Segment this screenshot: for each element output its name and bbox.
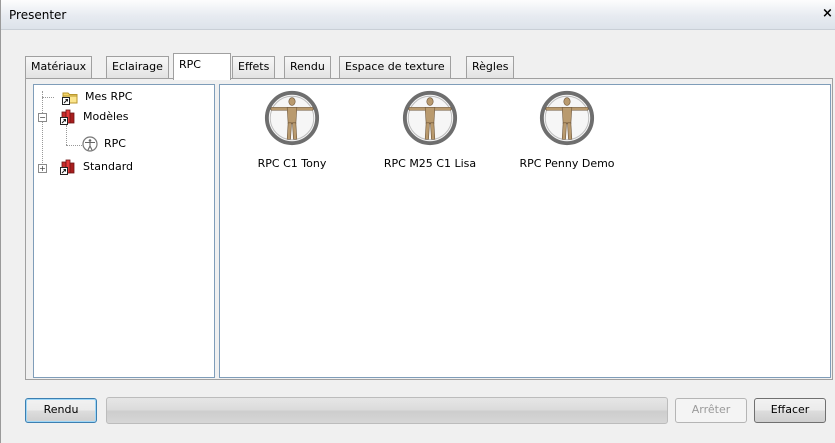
tab-label: Matériaux [31,60,87,73]
vitruvian-man-icon [263,89,321,147]
vitruvian-man-icon [538,89,596,147]
tree-connector [66,145,82,146]
tree-item-label: Mes RPC [85,90,133,103]
shortcut-overlay-icon [60,167,68,175]
collapse-expander[interactable]: − [38,113,47,122]
rpc-tree[interactable]: Mes RPC − Modèles RPC + Standard [33,84,215,378]
tab-espace-de-texture[interactable]: Espace de texture [339,56,451,78]
rpc-item-label: RPC Penny Demo [519,157,615,170]
rpc-content-list[interactable]: RPC C1 Tony RPC M25 C1 Lisa RPC Penny De… [219,84,831,378]
tab-rpc[interactable]: RPC [173,53,231,80]
vitruvian-man-icon [401,89,459,147]
rpc-item-tony[interactable]: RPC C1 Tony [258,87,326,175]
expand-expander[interactable]: + [38,164,47,173]
tab-label: Eclairage [112,60,163,73]
person-icon [82,136,98,152]
tab-regles[interactable]: Règles [466,56,515,78]
close-icon[interactable]: × [822,6,833,21]
render-progress-bar [106,397,668,424]
rpc-item-penny[interactable]: RPC Penny Demo [519,87,615,175]
rpc-item-label: RPC C1 Tony [257,157,327,170]
tree-item-label: RPC [104,137,126,150]
tab-materiaux[interactable]: Matériaux [25,56,93,78]
tab-label: Effets [238,60,270,73]
tab-effets[interactable]: Effets [232,56,276,78]
shortcut-overlay-icon [60,117,68,125]
tree-item-label: Modèles [83,110,129,123]
rpc-item-lisa[interactable]: RPC M25 C1 Lisa [384,87,476,175]
stop-button[interactable]: Arrêter [675,398,747,423]
tab-label: Rendu [290,60,325,73]
tab-eclairage[interactable]: Eclairage [106,56,169,78]
tab-label: Espace de texture [345,60,445,73]
tree-item-label: Standard [83,160,134,173]
presenter-window: Presenter × Matériaux Eclairage RPC Effe… [0,0,835,443]
window-title: Presenter [9,8,67,22]
shortcut-overlay-icon [62,97,70,105]
tab-label: RPC [179,58,201,71]
render-button[interactable]: Rendu [25,398,97,423]
tab-label: Règles [472,60,509,73]
rpc-item-label: RPC M25 C1 Lisa [383,157,477,170]
title-bar[interactable]: Presenter × [1,0,835,30]
tab-rendu[interactable]: Rendu [284,56,331,78]
tree-connector [66,125,67,145]
tree-connector [42,97,54,98]
clear-button[interactable]: Effacer [754,398,826,423]
tree-connector [42,91,43,169]
